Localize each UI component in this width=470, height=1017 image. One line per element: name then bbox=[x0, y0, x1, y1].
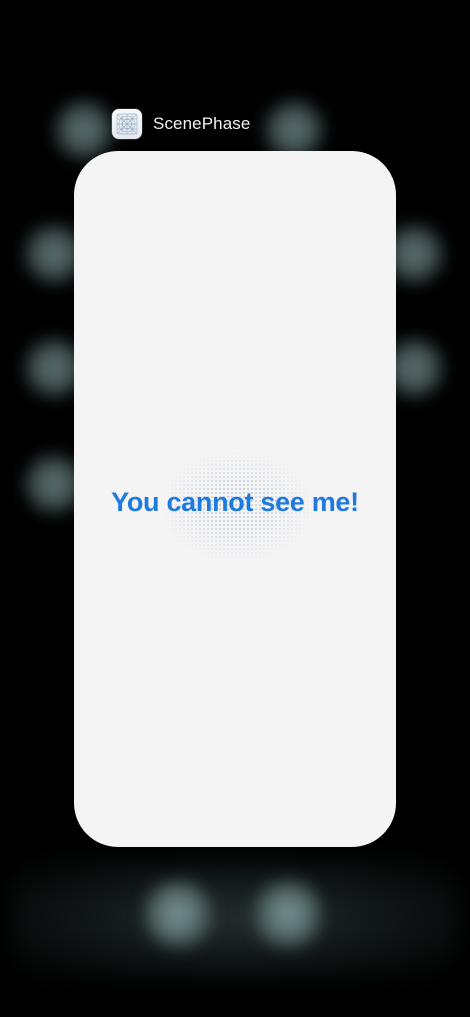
blurred-dock-icon bbox=[252, 878, 324, 950]
hidden-content-message: You cannot see me! bbox=[111, 487, 359, 517]
app-switcher-screen: ScenePhase You cannot see me! bbox=[0, 0, 470, 1017]
blurred-dock bbox=[10, 858, 460, 978]
app-card-header[interactable]: ScenePhase bbox=[112, 109, 250, 139]
scenephase-app-icon bbox=[112, 109, 142, 139]
app-name-label: ScenePhase bbox=[153, 114, 251, 133]
app-preview-card[interactable]: You cannot see me! bbox=[74, 151, 396, 847]
blurred-dock-icon bbox=[142, 878, 214, 950]
